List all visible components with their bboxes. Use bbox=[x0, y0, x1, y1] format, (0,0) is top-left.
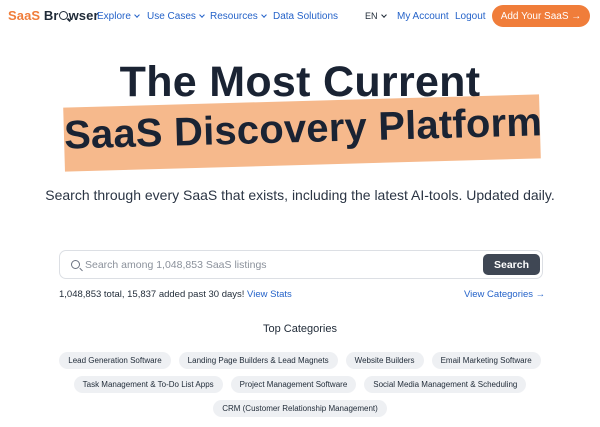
category-chip[interactable]: Task Management & To-Do List Apps bbox=[73, 376, 223, 393]
nav-data-solutions[interactable]: Data Solutions bbox=[273, 11, 338, 22]
category-chip[interactable]: Social Media Management & Scheduling bbox=[364, 376, 527, 393]
category-row-3: CRM (Customer Relationship Management) bbox=[0, 400, 600, 417]
view-stats-link[interactable]: View Stats bbox=[247, 289, 292, 300]
logout-link[interactable]: Logout bbox=[455, 11, 486, 22]
category-chip[interactable]: Project Management Software bbox=[230, 376, 357, 393]
search-input[interactable] bbox=[85, 251, 475, 278]
nav-resources-label: Resources bbox=[210, 11, 258, 22]
logo-browser-text: Br wser bbox=[43, 8, 99, 23]
language-label: EN bbox=[365, 11, 378, 21]
category-row-1: Lead Generation Software Landing Page Bu… bbox=[0, 352, 600, 369]
chevron-down-icon bbox=[380, 11, 387, 18]
chevron-down-icon bbox=[134, 12, 140, 18]
search-button[interactable]: Search bbox=[483, 254, 540, 275]
view-categories-link[interactable]: View Categories → bbox=[464, 289, 545, 300]
logo-saas-text: SaaS bbox=[8, 8, 41, 23]
stats-text: 1,048,853 total, 15,837 added past 30 da… bbox=[59, 289, 245, 300]
top-categories-heading: Top Categories bbox=[263, 323, 337, 335]
search-icon bbox=[71, 260, 80, 269]
nav-data-solutions-label: Data Solutions bbox=[273, 11, 339, 22]
category-chip[interactable]: Landing Page Builders & Lead Magnets bbox=[178, 352, 338, 369]
hero-subtitle: Search through every SaaS that exists, i… bbox=[45, 187, 555, 203]
language-selector[interactable]: EN bbox=[365, 11, 387, 21]
saas-browser-logo[interactable]: SaaS Br wser bbox=[8, 8, 99, 23]
my-account-link[interactable]: My Account bbox=[397, 11, 449, 22]
nav-use-cases[interactable]: Use Cases bbox=[147, 11, 205, 22]
chevron-down-icon bbox=[199, 12, 205, 18]
nav-explore[interactable]: Explore bbox=[97, 11, 140, 22]
category-chip[interactable]: Website Builders bbox=[345, 352, 424, 369]
category-row-2: Task Management & To-Do List Apps Projec… bbox=[0, 376, 600, 393]
listing-stats: 1,048,853 total, 15,837 added past 30 da… bbox=[59, 289, 292, 300]
nav-use-cases-label: Use Cases bbox=[147, 11, 196, 22]
category-chip[interactable]: Email Marketing Software bbox=[431, 352, 541, 369]
nav-explore-label: Explore bbox=[97, 11, 131, 22]
nav-resources[interactable]: Resources bbox=[210, 11, 267, 22]
top-navigation: SaaS Br wser Explore Use Cases Resources … bbox=[0, 0, 600, 34]
search-box: Search bbox=[59, 250, 543, 279]
category-chip[interactable]: Lead Generation Software bbox=[59, 352, 171, 369]
category-chip[interactable]: CRM (Customer Relationship Management) bbox=[213, 400, 387, 417]
chevron-down-icon bbox=[260, 12, 267, 18]
magnifier-logo-icon bbox=[59, 11, 69, 20]
add-your-saas-button[interactable]: Add Your SaaS → bbox=[492, 5, 590, 27]
